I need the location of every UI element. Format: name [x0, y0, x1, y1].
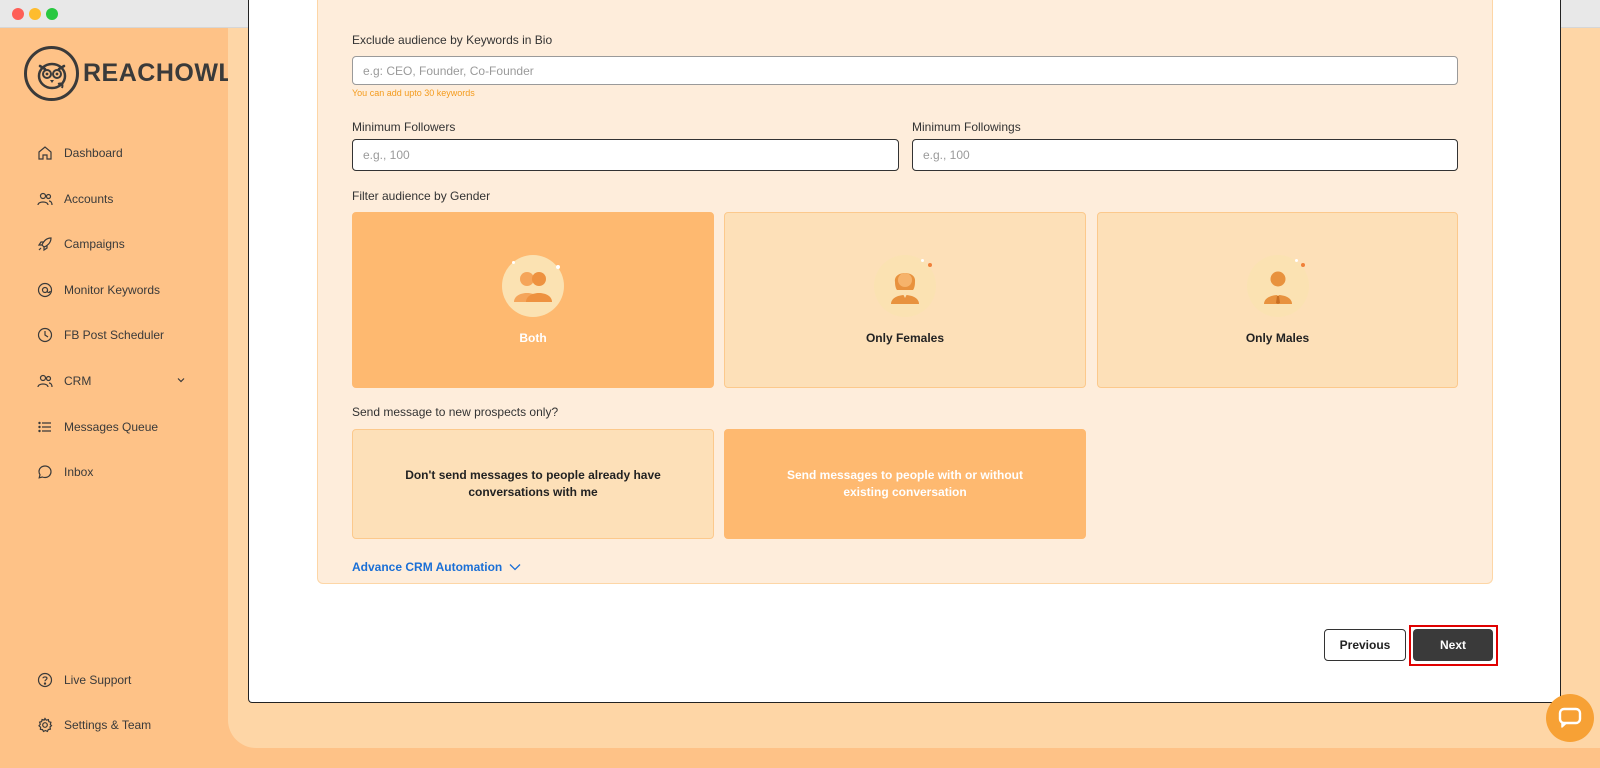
sidebar-item-label: Settings & Team: [64, 718, 152, 732]
chevron-down-icon[interactable]: [176, 374, 186, 388]
keywords-limit-hint: You can add upto 30 keywords: [352, 88, 475, 98]
sidebar-item-crm[interactable]: CRM: [36, 367, 196, 395]
min-followings-label: Minimum Followings: [912, 120, 1021, 134]
users-icon: [36, 190, 54, 208]
gender-option-males[interactable]: Only Males: [1097, 212, 1458, 388]
new-prospects-label: Send message to new prospects only?: [352, 405, 559, 419]
clock-icon: [36, 326, 54, 344]
sidebar-item-label: FB Post Scheduler: [64, 328, 165, 342]
sidebar-item-label: Inbox: [64, 465, 94, 479]
exclude-keywords-input[interactable]: [352, 56, 1458, 85]
option-skip-existing-conversations[interactable]: Don't send messages to people already ha…: [352, 429, 714, 539]
sidebar-item-label: Messages Queue: [64, 420, 159, 434]
sidebar-item-monitor-keywords[interactable]: Monitor Keywords: [36, 276, 196, 304]
home-icon: [36, 144, 54, 162]
gender-option-females[interactable]: Only Females: [724, 212, 1086, 388]
sidebar: REACHOWL Dashboard Accounts Campaigns Mo…: [0, 28, 234, 768]
live-chat-launcher[interactable]: [1546, 694, 1594, 742]
close-window-button[interactable]: [12, 8, 24, 20]
sidebar-item-fb-post-scheduler[interactable]: FB Post Scheduler: [36, 321, 196, 349]
rocket-icon: [36, 235, 54, 253]
min-followers-input[interactable]: [352, 139, 899, 171]
min-followings-input[interactable]: [912, 139, 1458, 171]
exclude-keywords-label: Exclude audience by Keywords in Bio: [352, 33, 553, 47]
advance-crm-automation-toggle[interactable]: Advance CRM Automation: [352, 560, 522, 574]
sidebar-item-settings-team[interactable]: Settings & Team: [36, 711, 196, 739]
owl-logo-icon: [24, 46, 79, 101]
brand-logo[interactable]: REACHOWL: [24, 46, 234, 101]
brand-name: REACHOWL: [83, 59, 235, 87]
gender-option-label: Only Males: [1245, 331, 1310, 345]
chat-icon: [1558, 707, 1582, 728]
option-label: Don't send messages to people already ha…: [405, 468, 661, 499]
both-genders-icon: [502, 255, 564, 317]
maximize-window-button[interactable]: [46, 8, 58, 20]
at-icon: [36, 281, 54, 299]
gender-option-label: Only Females: [865, 331, 945, 345]
sidebar-item-accounts[interactable]: Accounts: [36, 185, 196, 213]
sidebar-item-label: Campaigns: [64, 237, 125, 251]
option-include-existing-conversations[interactable]: Send messages to people with or without …: [724, 429, 1086, 539]
gender-filter-label: Filter audience by Gender: [352, 189, 491, 203]
sidebar-item-dashboard[interactable]: Dashboard: [36, 139, 196, 167]
gender-option-label: Both: [519, 331, 547, 345]
users-icon: [36, 372, 54, 390]
option-label: Send messages to people with or without …: [786, 468, 1024, 499]
min-followers-label: Minimum Followers: [352, 120, 456, 134]
sidebar-item-label: Live Support: [64, 673, 132, 687]
sidebar-item-messages-queue[interactable]: Messages Queue: [36, 413, 196, 441]
chevron-down-icon: [509, 564, 521, 571]
sidebar-item-label: Accounts: [64, 192, 114, 206]
gear-icon: [36, 716, 54, 734]
female-icon: [874, 255, 936, 317]
sidebar-item-label: CRM: [64, 374, 92, 388]
gender-option-both[interactable]: Both: [352, 212, 714, 388]
list-icon: [36, 418, 54, 436]
chat-icon: [36, 463, 54, 481]
minimize-window-button[interactable]: [29, 8, 41, 20]
sidebar-item-inbox[interactable]: Inbox: [36, 458, 196, 486]
male-icon: [1246, 255, 1309, 317]
advance-crm-automation-label: Advance CRM Automation: [352, 560, 503, 574]
sidebar-item-campaigns[interactable]: Campaigns: [36, 230, 196, 258]
sidebar-item-label: Monitor Keywords: [64, 283, 161, 297]
previous-button[interactable]: Previous: [1324, 629, 1406, 661]
sidebar-item-label: Dashboard: [64, 146, 123, 160]
next-button[interactable]: Next: [1413, 629, 1493, 661]
sidebar-item-live-support[interactable]: Live Support: [36, 666, 196, 694]
help-icon: [36, 671, 54, 689]
